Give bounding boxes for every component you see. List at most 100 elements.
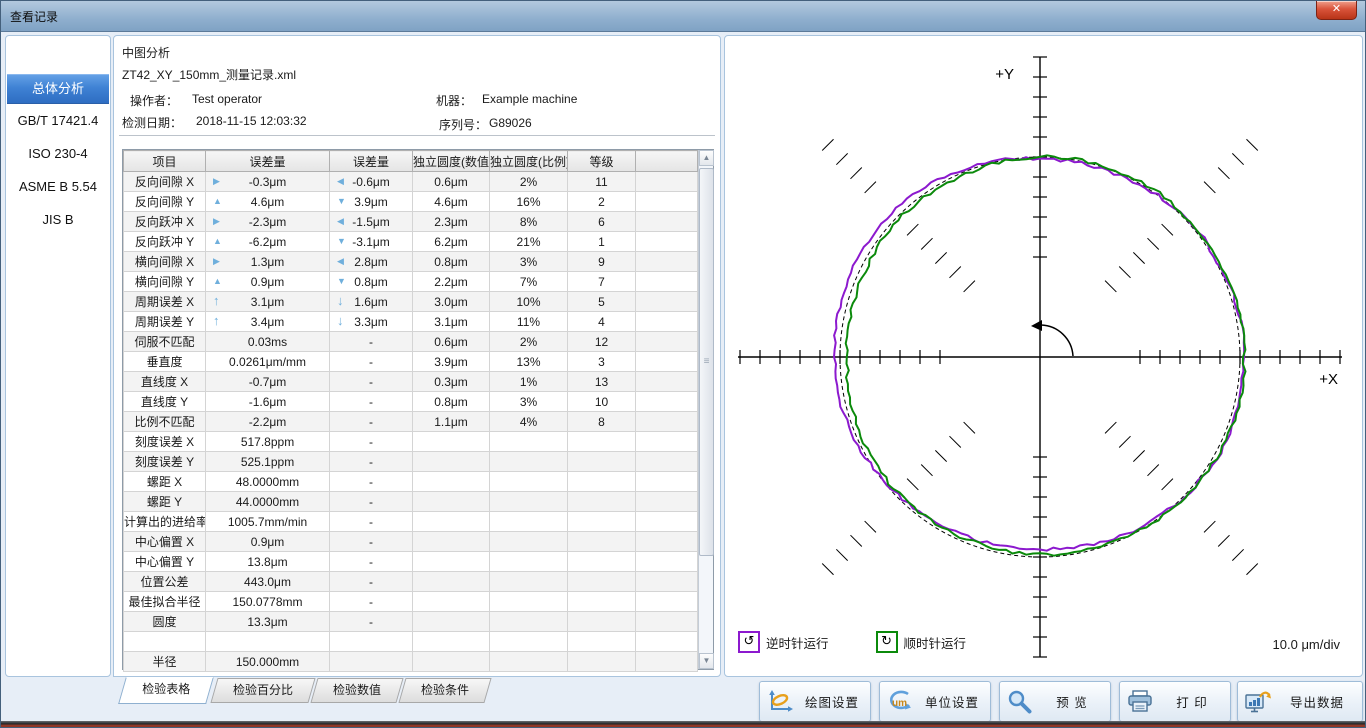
left-arrow-icon: ◀	[337, 213, 344, 230]
roundness-value-cell	[413, 652, 490, 672]
filler-cell	[636, 572, 698, 592]
error-value-cell: ▶1.3μm	[206, 252, 330, 272]
print-button[interactable]: 打 印	[1119, 681, 1231, 722]
error-value-cell: -	[330, 452, 413, 472]
roundness-percent-cell	[490, 512, 568, 532]
table-row[interactable]: 计算出的进给率1005.7mm/min-	[124, 512, 698, 532]
filler-cell	[636, 352, 698, 372]
error-value: -0.6μm	[352, 175, 390, 189]
table-row[interactable]: 刻度误差 X517.8ppm-	[124, 432, 698, 452]
grade-cell	[568, 432, 636, 452]
table-row[interactable]: 伺服不匹配0.03ms-0.6μm2%12	[124, 332, 698, 352]
error-value: -2.3μm	[249, 215, 287, 229]
tab-4[interactable]: 检验条件	[398, 678, 491, 703]
filler-cell	[636, 272, 698, 292]
table-row[interactable]: 反向间隙 X▶-0.3μm◀-0.6μm0.6μm2%11	[124, 172, 698, 192]
plot-scale-label: 10.0 μm/div	[1273, 637, 1340, 652]
table-row[interactable]: 螺距 X48.0000mm-	[124, 472, 698, 492]
table-row[interactable]: 最佳拟合半径150.0778mm-	[124, 592, 698, 612]
unit-settings-button[interactable]: um 单位设置	[879, 681, 991, 722]
grade-cell	[568, 452, 636, 472]
table-row[interactable]: 半径150.000mm	[124, 652, 698, 672]
error-value: -	[369, 375, 373, 389]
error-value: 150.0778mm	[232, 595, 302, 609]
error-value: 4.6μm	[251, 195, 285, 209]
table-row[interactable]: 周期误差 X↑3.1μm↓1.6μm3.0μm10%5	[124, 292, 698, 312]
scrollbar-down-arrow-icon[interactable]: ▼	[699, 653, 714, 669]
sidebar-item-gb-t-17421-4[interactable]: GB/T 17421.4	[7, 107, 109, 135]
table-row[interactable]: 横向间隙 Y▲0.9μm▼0.8μm2.2μm7%7	[124, 272, 698, 292]
date-value: 2018-11-15 12:03:32	[196, 114, 307, 128]
roundness-percent-cell	[490, 632, 568, 652]
filler-cell	[636, 392, 698, 412]
circular-test-plot: +Y +X	[725, 36, 1362, 676]
grade-cell: 3	[568, 352, 636, 372]
sidebar-item-overall-analysis[interactable]: 总体分析	[7, 74, 109, 104]
table-row[interactable]: 周期误差 Y↑3.4μm↓3.3μm3.1μm11%4	[124, 312, 698, 332]
close-button[interactable]: ✕	[1316, 1, 1357, 20]
error-value-cell: -	[330, 392, 413, 412]
grade-cell	[568, 472, 636, 492]
tab-2[interactable]: 检验百分比	[210, 678, 315, 703]
table-row[interactable]: 圆度13.3μm-	[124, 612, 698, 632]
roundness-percent-cell: 13%	[490, 352, 568, 372]
column-header: 等级	[568, 151, 636, 172]
table-row[interactable]: 比例不匹配-2.2μm-1.1μm4%8	[124, 412, 698, 432]
preview-button[interactable]: 预 览	[999, 681, 1111, 722]
table-row[interactable]: 位置公差443.0μm-	[124, 572, 698, 592]
item-cell: 垂直度	[124, 352, 206, 372]
table-row[interactable]: 螺距 Y44.0000mm-	[124, 492, 698, 512]
table-row[interactable]: 反向间隙 Y▲4.6μm▼3.9μm4.6μm16%2	[124, 192, 698, 212]
table-row[interactable]: 中心偏置 Y13.8μm-	[124, 552, 698, 572]
tab-3[interactable]: 检验数值	[310, 678, 403, 703]
error-value-cell: -2.2μm	[206, 412, 330, 432]
window-bottom-edge	[1, 721, 1365, 727]
sidebar-item-jis-b[interactable]: JIS B	[7, 206, 109, 234]
roundness-value-cell	[413, 492, 490, 512]
roundness-percent-cell: 8%	[490, 212, 568, 232]
error-value: 3.4μm	[251, 315, 285, 329]
roundness-percent-cell: 16%	[490, 192, 568, 212]
table-row[interactable]: 横向间隙 X▶1.3μm◀2.8μm0.8μm3%9	[124, 252, 698, 272]
column-header: 误差量	[330, 151, 413, 172]
error-value: 517.8ppm	[241, 435, 294, 449]
item-cell: 反向间隙 X	[124, 172, 206, 192]
analysis-main-panel: 中图分析 ZT42_XY_150mm_测量记录.xml 操作者： Test op…	[113, 35, 721, 677]
error-value: 3.9μm	[354, 195, 388, 209]
table-row[interactable]: 中心偏置 X0.9μm-	[124, 532, 698, 552]
roundness-percent-cell: 2%	[490, 172, 568, 192]
item-cell: 刻度误差 Y	[124, 452, 206, 472]
grade-cell	[568, 492, 636, 512]
plot-settings-button[interactable]: 绘图设置	[759, 681, 871, 722]
error-value-cell: 0.03ms	[206, 332, 330, 352]
error-value-cell: -	[330, 552, 413, 572]
error-value-cell	[330, 652, 413, 672]
table-row[interactable]: 反向跃冲 Y▲-6.2μm▼-3.1μm6.2μm21%1	[124, 232, 698, 252]
button-label: 单位设置	[920, 692, 984, 711]
roundness-percent-cell	[490, 612, 568, 632]
table-row[interactable]: 刻度误差 Y525.1ppm-	[124, 452, 698, 472]
scrollbar-thumb[interactable]: ≡	[699, 168, 714, 556]
tab-1[interactable]: 检验表格	[118, 677, 214, 704]
svg-text:+Y: +Y	[995, 66, 1014, 83]
error-value-cell: -0.7μm	[206, 372, 330, 392]
table-row[interactable]: 直线度 Y-1.6μm-0.8μm3%10	[124, 392, 698, 412]
table-row[interactable]: 反向跃冲 X▶-2.3μm◀-1.5μm2.3μm8%6	[124, 212, 698, 232]
scrollbar-up-arrow-icon[interactable]: ▲	[699, 150, 714, 166]
sidebar-item-iso-230-4[interactable]: ISO 230-4	[7, 140, 109, 168]
table-scrollbar[interactable]: ▲ ≡ ▼	[698, 150, 713, 669]
titlebar[interactable]: 查看记录 ✕	[1, 1, 1365, 32]
table-row[interactable]	[124, 632, 698, 652]
table-row[interactable]: 垂直度0.0261μm/mm-3.9μm13%3	[124, 352, 698, 372]
up-arrow-icon: ▲	[213, 193, 222, 210]
operator-value: Test operator	[192, 92, 262, 106]
sidebar-item-asme-b-5-54[interactable]: ASME B 5.54	[7, 173, 109, 201]
filler-cell	[636, 252, 698, 272]
svg-text:+X: +X	[1319, 371, 1338, 388]
export-data-button[interactable]: 导出数据	[1237, 681, 1363, 722]
error-value-cell: ▶-0.3μm	[206, 172, 330, 192]
roundness-value-cell: 0.8μm	[413, 252, 490, 272]
unit-settings-icon: um	[886, 689, 914, 715]
counterclockwise-run-icon: ↺	[738, 631, 760, 653]
table-row[interactable]: 直线度 X-0.7μm-0.3μm1%13	[124, 372, 698, 392]
